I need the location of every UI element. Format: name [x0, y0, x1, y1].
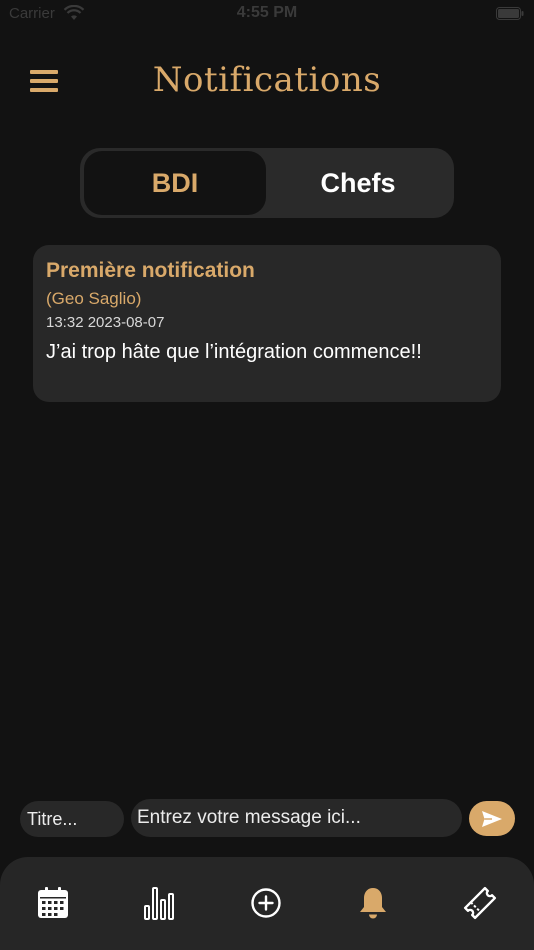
tab-calendar[interactable] — [33, 883, 73, 923]
tab-bar — [0, 857, 534, 950]
title-input[interactable] — [20, 801, 124, 837]
notifications-screen: Carrier 4:55 PM Notifications BDI Chefs … — [0, 0, 534, 950]
notification-datetime: 13:32 2023-08-07 — [46, 314, 165, 331]
ticket-icon — [463, 886, 497, 920]
notification-author: (Geo Saglio) — [46, 289, 142, 308]
tab-add[interactable] — [246, 883, 286, 923]
segmented-control: BDI Chefs — [80, 148, 454, 218]
status-time: 4:55 PM — [236, 4, 298, 21]
tab-statistics[interactable] — [139, 883, 179, 923]
notification-card[interactable]: Première notification (Geo Saglio) 13:32… — [33, 245, 501, 402]
bell-icon — [360, 888, 386, 919]
tab-notifications[interactable] — [353, 883, 393, 923]
send-button[interactable] — [469, 801, 515, 836]
message-input[interactable] — [131, 799, 462, 837]
calendar-icon — [38, 887, 68, 918]
bar-chart-icon — [144, 887, 174, 920]
tab-tickets[interactable] — [460, 883, 500, 923]
status-bar: Carrier 4:55 PM — [0, 0, 534, 28]
battery-icon — [496, 7, 524, 20]
notification-message: J’ai trop hâte que l’intégration commenc… — [46, 341, 422, 363]
page-title: Notifications — [152, 60, 382, 100]
notification-title: Première notification — [46, 259, 255, 282]
segment-bdi[interactable]: BDI — [84, 151, 266, 215]
send-icon — [482, 810, 502, 827]
plus-circle-icon — [251, 888, 281, 918]
segment-chefs[interactable]: Chefs — [266, 151, 450, 215]
